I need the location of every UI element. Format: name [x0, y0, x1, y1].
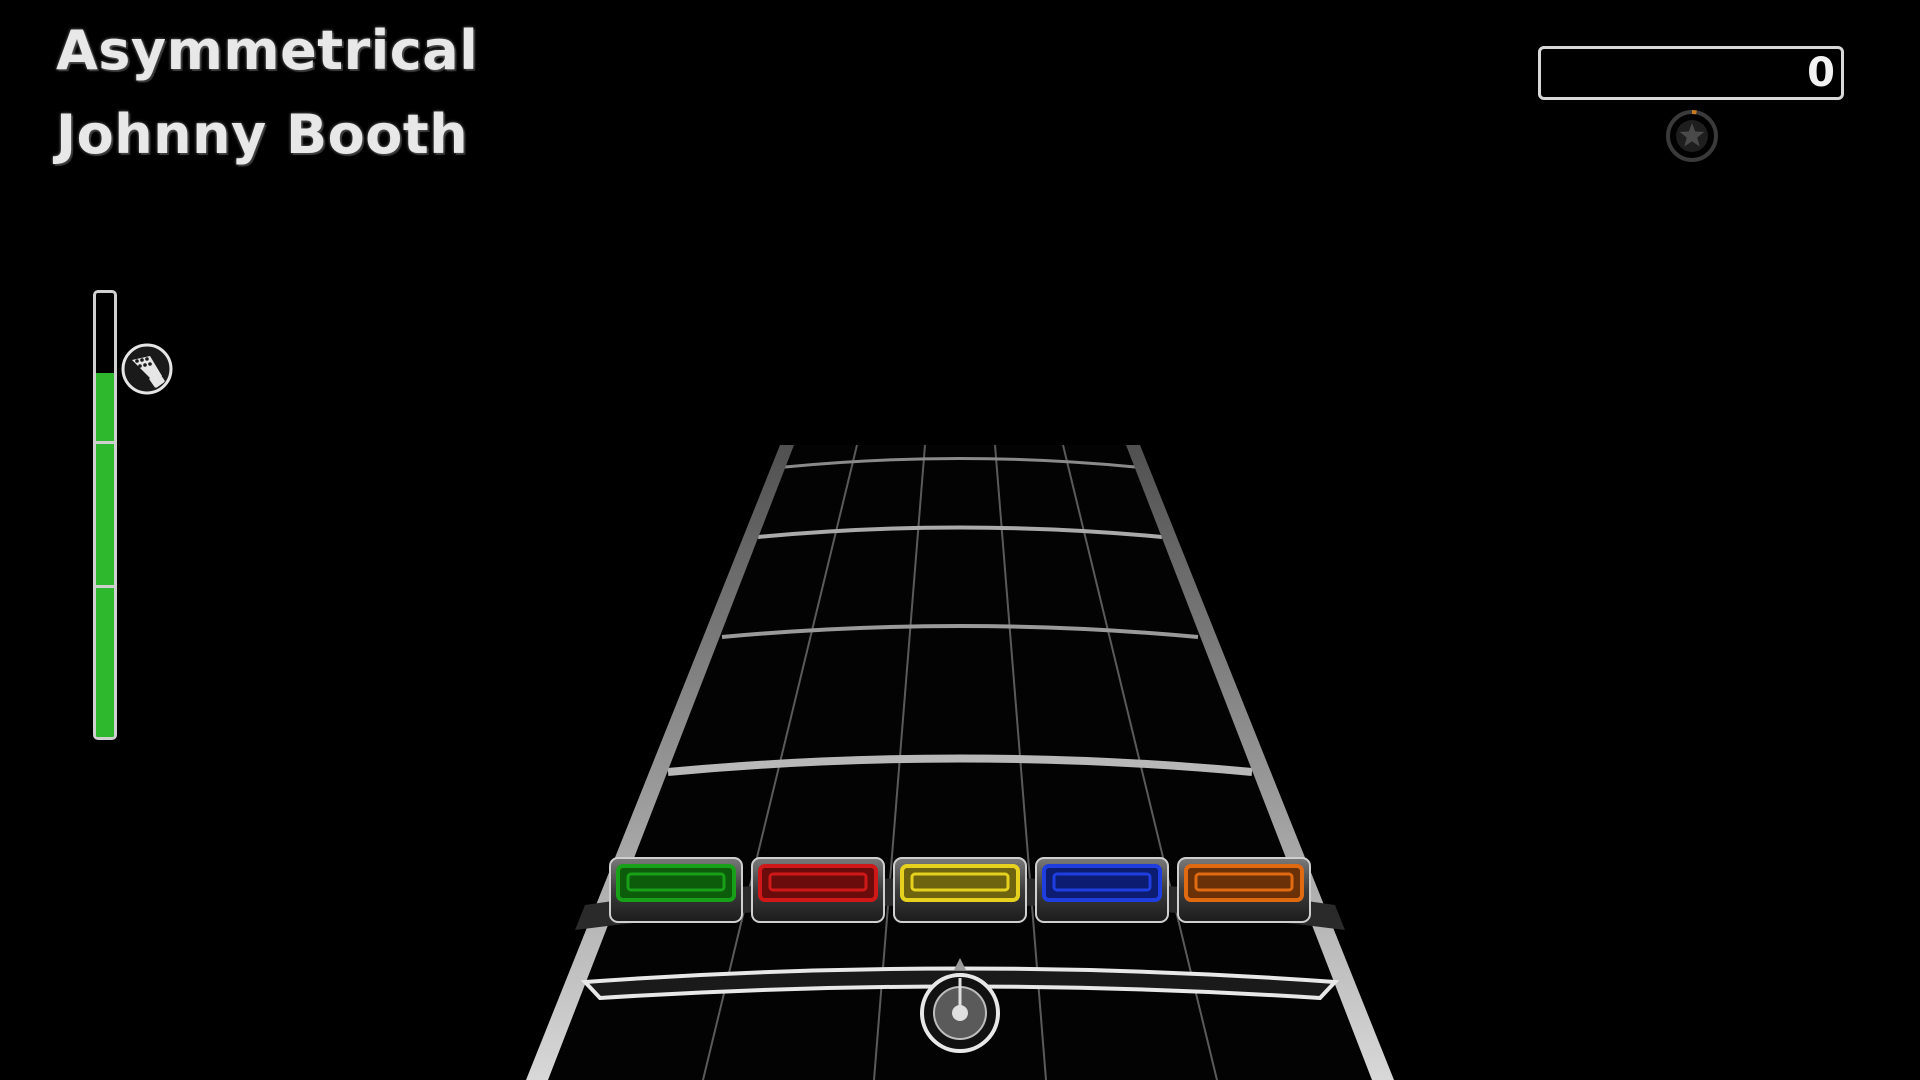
- game-screen: Asymmetrical Johnny Booth 0: [0, 0, 1920, 1080]
- strum-indicator-icon: [920, 973, 1000, 1053]
- fret-button-orange: [1177, 857, 1311, 923]
- fret-button-blue: [1035, 857, 1169, 923]
- fret-button-red: [751, 857, 885, 923]
- fret-button-yellow: [893, 857, 1027, 923]
- fret-buttons: [609, 857, 1311, 923]
- fret-button-green: [609, 857, 743, 923]
- note-highway: [526, 444, 1394, 1080]
